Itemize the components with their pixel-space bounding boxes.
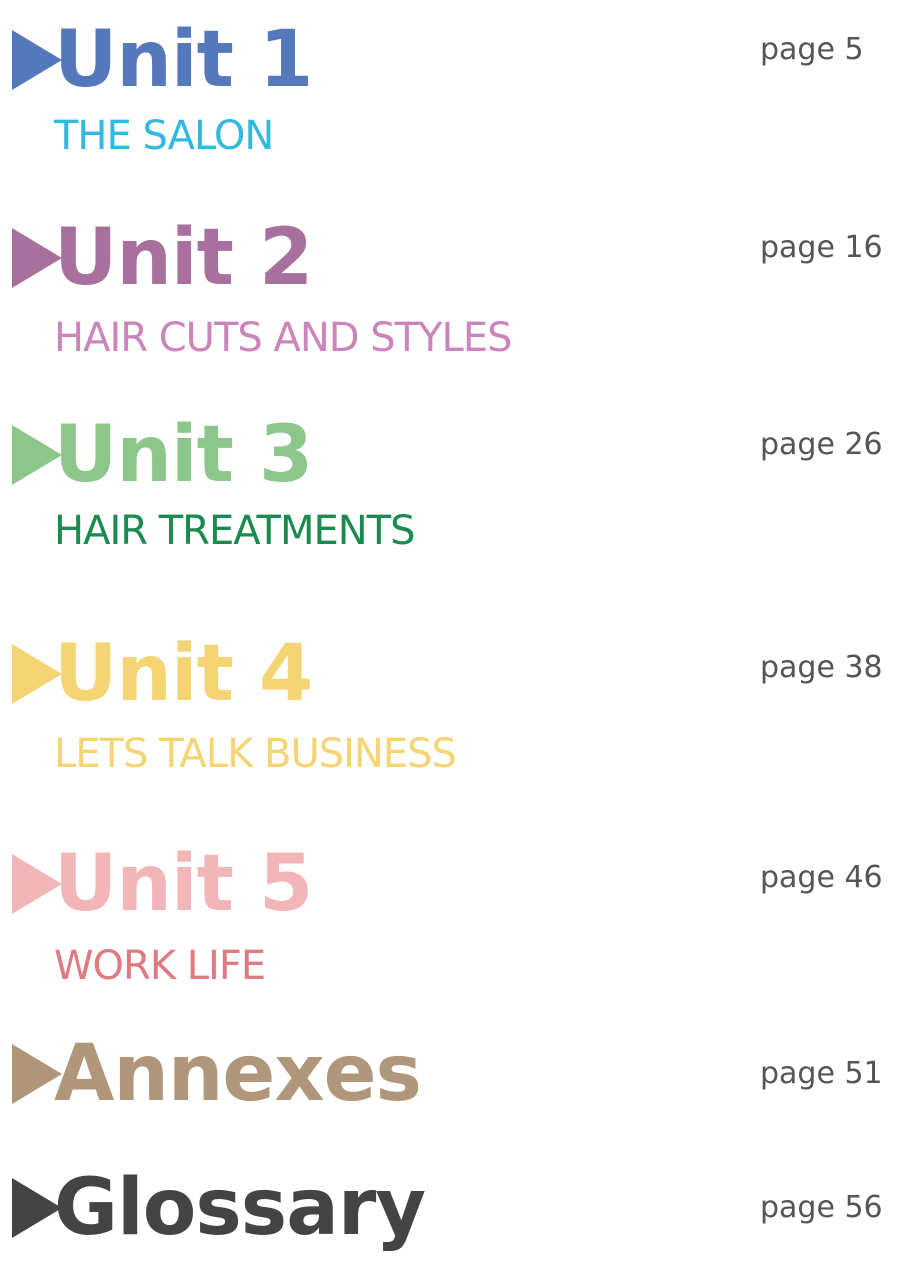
page-number: page 56 — [760, 1190, 883, 1225]
unit-title: Unit 4 — [54, 629, 313, 719]
toc-heading-row: Unit 2 — [12, 213, 313, 303]
unit-subtitle: LETS TALK BUSINESS — [54, 731, 457, 777]
toc-heading-row: Unit 5 — [12, 839, 313, 929]
page-number: page 38 — [760, 650, 883, 685]
toc-heading-row: Unit 4 — [12, 629, 313, 719]
section-title: Annexes — [54, 1029, 422, 1119]
page-number: page 16 — [760, 230, 883, 265]
unit-subtitle: WORK LIFE — [54, 943, 266, 989]
toc-heading-row: Glossary — [12, 1163, 426, 1253]
toc-heading-row: Annexes — [12, 1029, 422, 1119]
unit-title: Unit 2 — [54, 213, 313, 303]
toc-heading-row: Unit 1 — [12, 15, 313, 105]
unit-title: Unit 5 — [54, 839, 313, 929]
unit-title: Unit 1 — [54, 15, 313, 105]
unit-subtitle: HAIR CUTS AND STYLES — [54, 315, 512, 361]
unit-subtitle: HAIR TREATMENTS — [54, 508, 415, 554]
page-number: page 26 — [760, 427, 883, 462]
unit-subtitle: THE SALON — [54, 113, 274, 159]
page-number: page 46 — [760, 860, 883, 895]
section-title: Glossary — [54, 1163, 426, 1253]
unit-title: Unit 3 — [54, 410, 313, 500]
page-number: page 5 — [760, 32, 864, 67]
toc-heading-row: Unit 3 — [12, 410, 313, 500]
page-number: page 51 — [760, 1056, 883, 1091]
